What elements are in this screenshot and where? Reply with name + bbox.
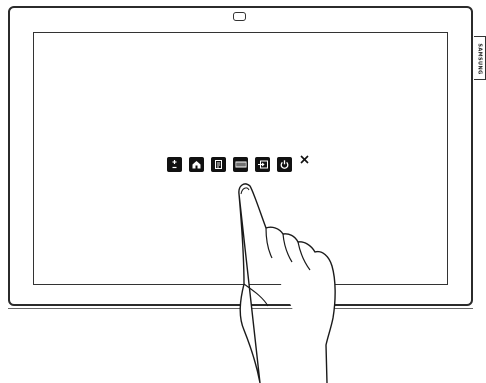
close-icon [299, 154, 309, 164]
battery-button[interactable] [233, 157, 248, 172]
brand-side-tab: SAMSUNG [474, 36, 486, 80]
document-button[interactable] [211, 157, 226, 172]
power-button[interactable] [277, 157, 292, 172]
battery-icon [235, 161, 246, 168]
brightness-plus-minus-icon [172, 160, 177, 169]
document-icon [215, 160, 222, 169]
input-source-icon [257, 160, 268, 169]
power-icon [280, 160, 289, 169]
tablet-bottom-edge [8, 306, 473, 309]
camera-icon [233, 12, 246, 21]
close-button[interactable] [299, 154, 309, 164]
home-button[interactable] [189, 157, 204, 172]
brightness-button[interactable] [167, 157, 182, 172]
home-icon [192, 161, 201, 169]
brand-label: SAMSUNG [477, 43, 484, 75]
quick-settings-toolbar [167, 156, 292, 173]
input-source-button[interactable] [255, 157, 270, 172]
